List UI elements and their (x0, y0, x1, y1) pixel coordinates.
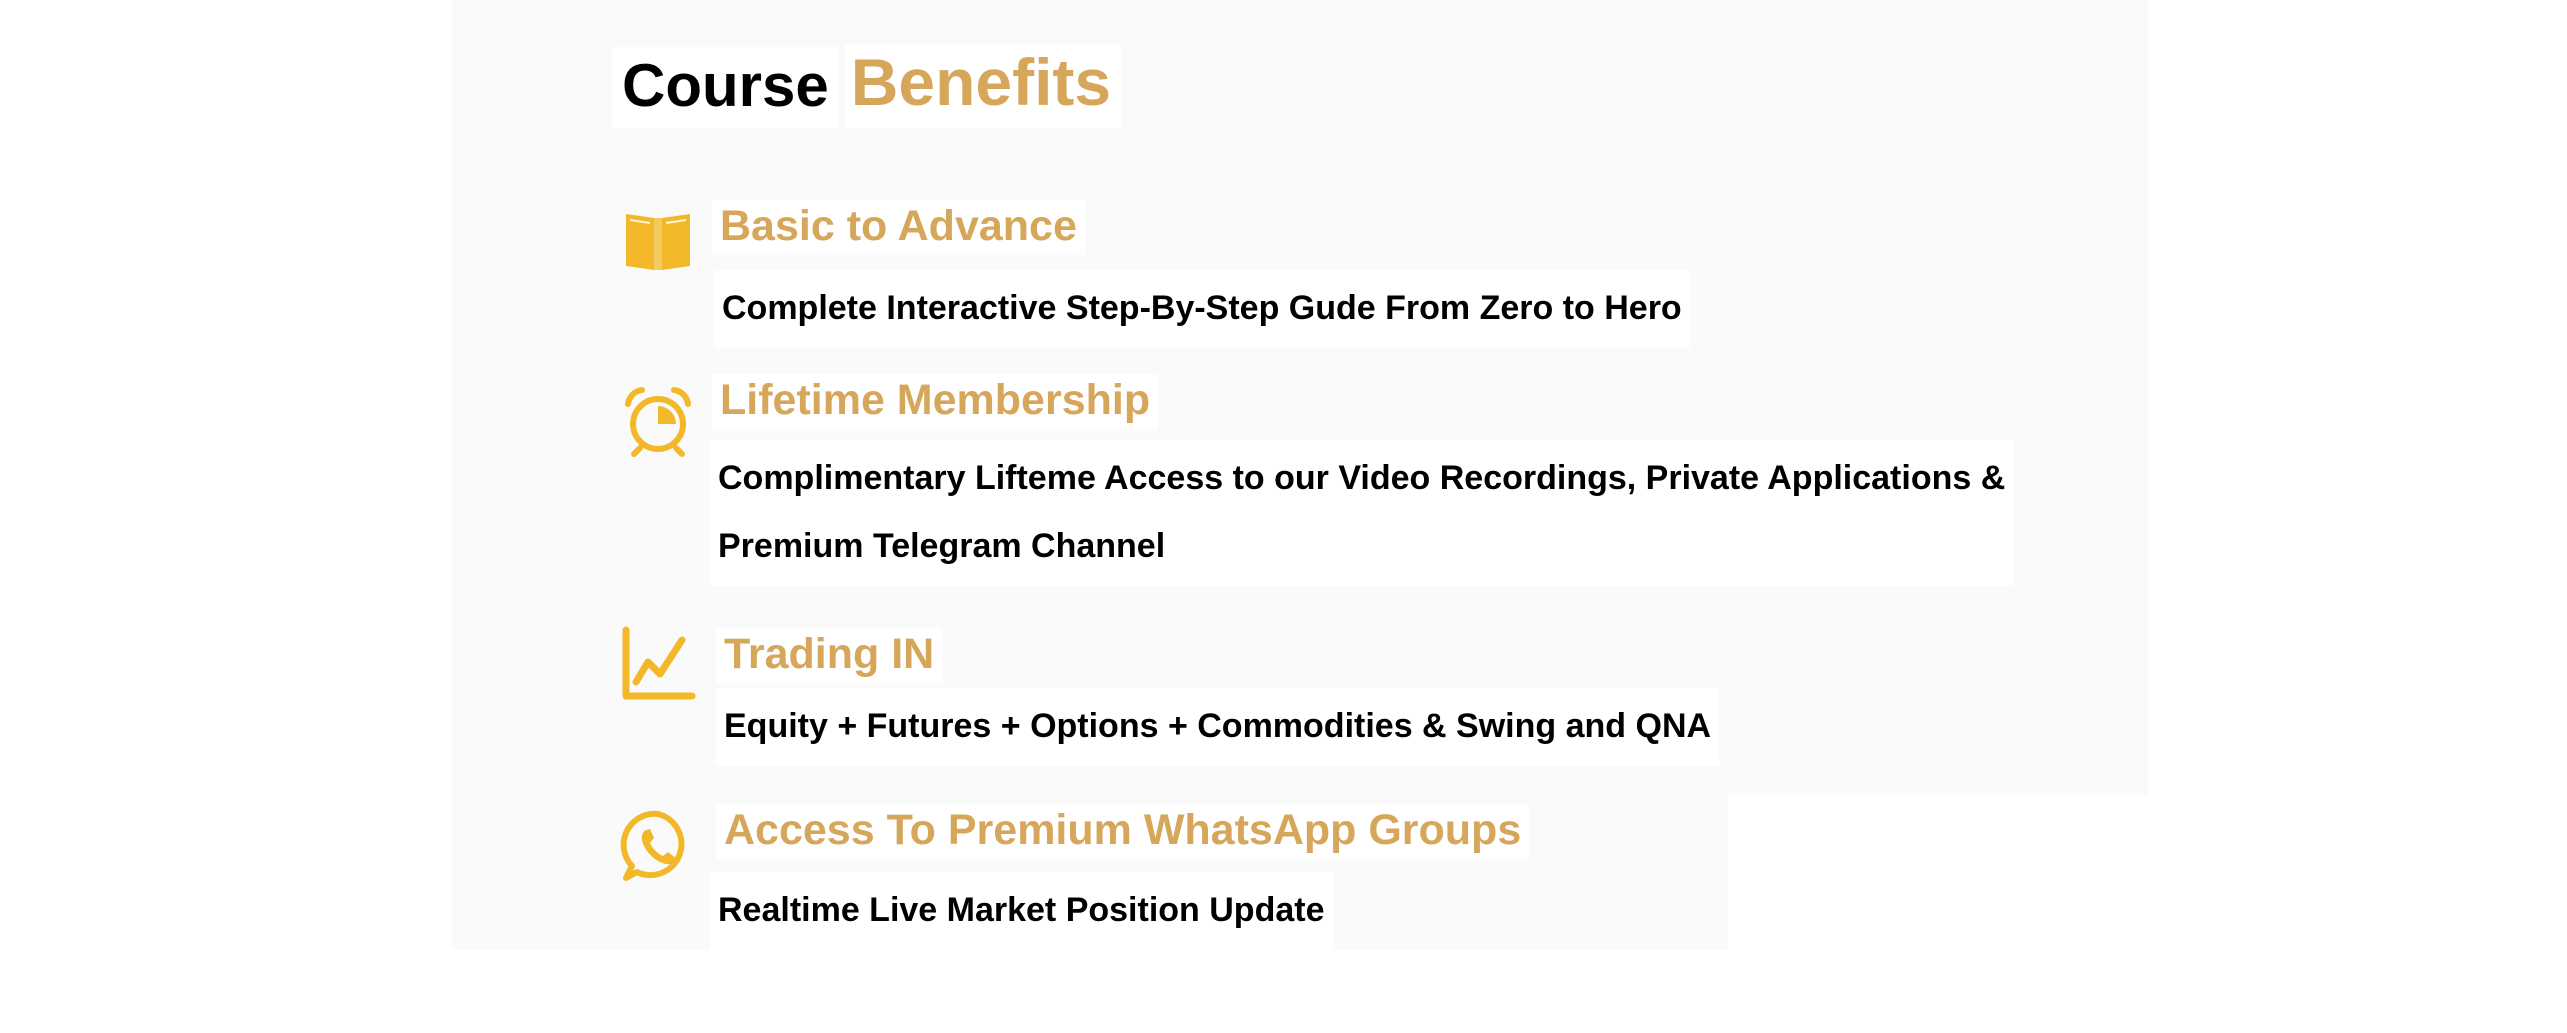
benefit-description-line: Realtime Live Market Position Update (718, 891, 1325, 929)
section-title-course: Course (612, 47, 839, 128)
whatsapp-icon (620, 808, 696, 884)
benefit-heading: Trading IN (716, 628, 943, 683)
benefit-description-line: Equity + Futures + Options + Commodities… (724, 707, 1712, 745)
course-benefits-section: Course Benefits Basic to Advance Complete… (0, 0, 2567, 1033)
alarm-clock-icon (620, 382, 696, 458)
benefit-heading: Basic to Advance (712, 200, 1085, 255)
benefit-heading: Access To Premium WhatsApp Groups (716, 804, 1530, 859)
benefit-heading: Lifetime Membership (712, 374, 1159, 429)
benefit-description: Equity + Futures + Options + Commodities… (716, 688, 1720, 766)
section-title: Course Benefits (612, 44, 1122, 128)
benefit-description-line: Complete Interactive Step-By-Step Gude F… (722, 289, 1682, 327)
open-book-icon (620, 204, 696, 280)
line-chart-icon (620, 626, 696, 702)
benefit-description: Complimentary Lifteme Access to our Vide… (710, 440, 2014, 586)
panel-background-edge (1728, 795, 2148, 955)
section-title-benefits: Benefits (844, 44, 1122, 128)
benefit-description: Complete Interactive Step-By-Step Gude F… (714, 270, 1690, 348)
benefit-description: Realtime Live Market Position Update (710, 872, 1333, 950)
benefit-description-line: Complimentary Lifteme Access to our Vide… (718, 459, 2006, 497)
benefit-description-line: Premium Telegram Channel (718, 527, 1166, 565)
